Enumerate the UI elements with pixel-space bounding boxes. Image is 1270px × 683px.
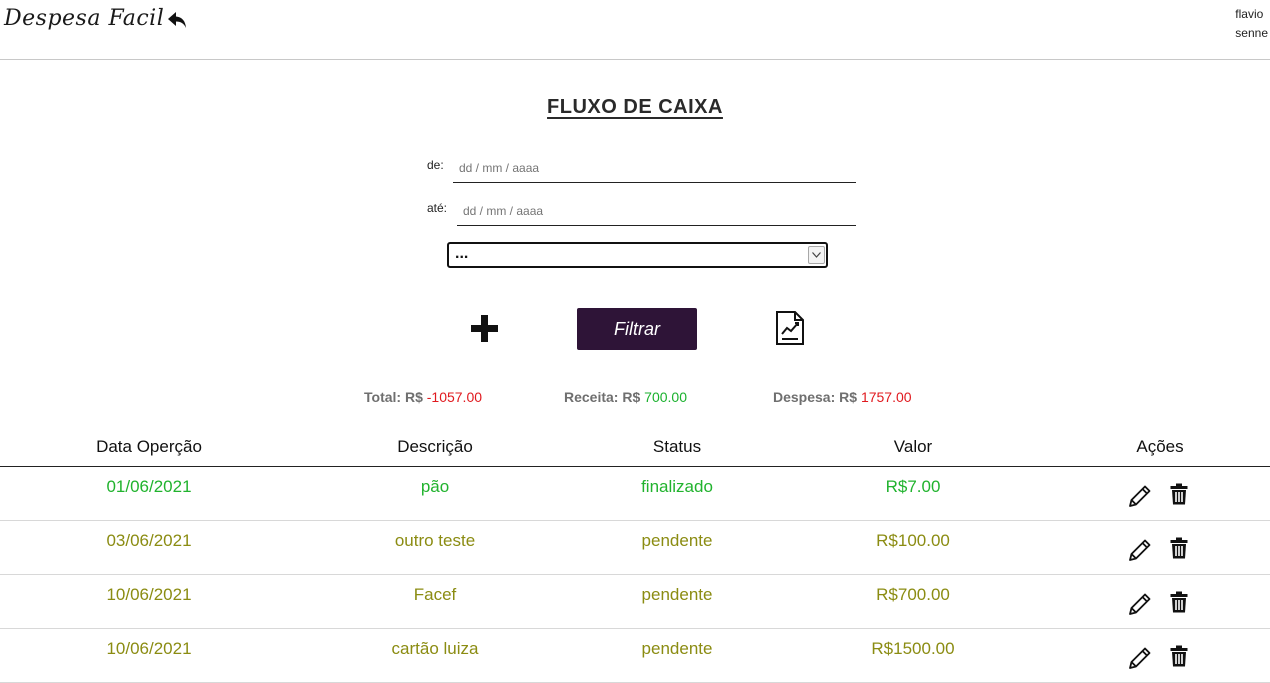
to-date-label: até: [427, 201, 448, 215]
row-description: Facef [413, 585, 457, 604]
chevron-down-icon[interactable] [808, 246, 825, 264]
table-row: 01/06/2021 pão finalizado R$7.00 [0, 467, 1270, 521]
total-label: Total: R$ [364, 389, 423, 405]
row-value: R$7.00 [885, 477, 941, 496]
row-status: pendente [641, 585, 713, 604]
total-value: -1057.00 [426, 389, 483, 405]
income-summary: Receita: R$ 700.00 [564, 389, 687, 405]
row-status: pendente [641, 639, 713, 658]
row-value: R$1500.00 [871, 639, 955, 658]
trash-icon[interactable] [1170, 537, 1188, 559]
column-header-value: Valor [893, 437, 933, 456]
pencil-icon[interactable] [1127, 537, 1153, 563]
expense-value: 1757.00 [860, 389, 912, 405]
pencil-icon[interactable] [1127, 645, 1153, 671]
table-row: 10/06/2021 Facef pendente R$700.00 [0, 575, 1270, 629]
reply-arrow-icon[interactable] [166, 8, 190, 32]
column-header-actions: Ações [1136, 437, 1184, 456]
category-select-value: ... [455, 245, 469, 262]
column-header-date: Data Operção [96, 437, 202, 456]
table-header: Data Operção Descrição Status Valor Açõe… [0, 428, 1270, 467]
trash-icon[interactable] [1170, 591, 1188, 613]
income-value: 700.00 [644, 389, 687, 405]
pencil-icon[interactable] [1127, 483, 1153, 509]
row-status: finalizado [641, 477, 713, 496]
top-bar: Despesa Facil flavio senne [0, 0, 1270, 60]
from-date-label: de: [427, 158, 444, 172]
table-row: 10/06/2021 cartão luiza pendente R$1500.… [0, 629, 1270, 683]
income-label: Receita: R$ [564, 389, 641, 405]
row-date: 01/06/2021 [106, 477, 192, 496]
plus-icon[interactable] [470, 314, 499, 343]
row-description: pão [420, 477, 450, 496]
app-title: Despesa Facil [4, 6, 165, 31]
row-value: R$100.00 [876, 531, 950, 550]
total-summary: Total: R$ -1057.00 [364, 389, 482, 405]
user-last-name: senne [1235, 26, 1268, 40]
column-header-status: Status [652, 437, 702, 456]
table-row: 03/06/2021 outro teste pendente R$100.00 [0, 521, 1270, 575]
from-date-input[interactable] [453, 153, 856, 183]
row-status: pendente [641, 531, 713, 550]
expense-label: Despesa: R$ [773, 389, 858, 405]
row-value: R$700.00 [876, 585, 950, 604]
trash-icon[interactable] [1170, 645, 1188, 667]
page-title: FLUXO DE CAIXA [547, 96, 723, 118]
pencil-icon[interactable] [1127, 591, 1153, 617]
row-description: outro teste [394, 531, 476, 550]
user-first-name: flavio [1235, 7, 1264, 21]
category-select[interactable]: ... [447, 242, 828, 268]
report-chart-icon[interactable] [775, 311, 805, 345]
filter-button[interactable]: Filtrar [577, 308, 697, 350]
row-description: cartão luiza [391, 639, 479, 658]
row-date: 10/06/2021 [106, 585, 192, 604]
row-date: 10/06/2021 [106, 639, 192, 658]
to-date-input[interactable] [457, 196, 856, 226]
page-title-wrap: FLUXO DE CAIXA [0, 96, 1270, 119]
expense-summary: Despesa: R$ 1757.00 [773, 389, 912, 405]
row-date: 03/06/2021 [106, 531, 192, 550]
column-header-description: Descrição [397, 437, 473, 456]
trash-icon[interactable] [1170, 483, 1188, 505]
user-name[interactable]: flavio senne [1235, 5, 1268, 43]
